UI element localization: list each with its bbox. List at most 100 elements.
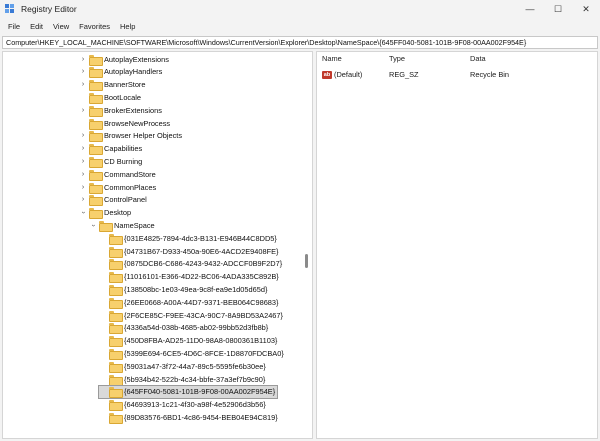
folder-open-icon xyxy=(89,208,103,220)
tree-item[interactable]: {04731B67-D933-450a-90E6-4ACD2E9408FE} xyxy=(99,245,279,258)
tree-item[interactable]: BootLocale xyxy=(79,91,141,104)
tree-item-label: {0875DCB6-C686-4243-9432-ADCCF0B9F2D7} xyxy=(124,259,283,269)
folder-icon xyxy=(89,195,103,207)
tree-item-label: Browser Helper Objects xyxy=(104,131,183,141)
folder-icon xyxy=(89,131,103,143)
folder-icon xyxy=(109,246,123,258)
tree-item[interactable]: BrowseNewProcess xyxy=(79,117,170,130)
address-bar[interactable]: Computer\HKEY_LOCAL_MACHINE\SOFTWARE\Mic… xyxy=(2,36,598,49)
tree-item-label: NameSpace xyxy=(114,220,155,230)
tree-item[interactable]: › Browser Helper Objects xyxy=(79,130,183,143)
value-data: Recycle Bin xyxy=(470,70,510,79)
folder-icon xyxy=(109,259,123,271)
window-title: Registry Editor xyxy=(21,4,77,14)
folder-icon xyxy=(109,374,123,386)
tree-item-label: CD Burning xyxy=(104,156,143,166)
tree-item[interactable]: › Desktop xyxy=(79,207,132,220)
close-button[interactable]: ✕ xyxy=(572,0,600,18)
tree-item-label: {645FF040-5081-101B-9F08-00AA002F954E} xyxy=(124,387,276,397)
registry-editor-icon xyxy=(5,4,15,14)
menu-favorites[interactable]: Favorites xyxy=(74,22,115,31)
expand-chevron-icon[interactable]: › xyxy=(79,107,87,114)
folder-icon xyxy=(89,54,103,66)
menu-file[interactable]: File xyxy=(3,22,25,31)
minimize-button[interactable]: — xyxy=(516,0,544,18)
tree-item[interactable]: › CommandStore xyxy=(79,168,156,181)
tree-item[interactable]: › CD Burning xyxy=(79,155,143,168)
expand-chevron-icon[interactable]: › xyxy=(79,145,87,152)
value-row[interactable]: ab (Default) REG_SZ Recycle Bin xyxy=(322,69,592,80)
collapse-chevron-icon[interactable]: › xyxy=(79,209,87,216)
tree-item[interactable]: {5b934b42-522b-4c34-bbfe-37a3ef7b9c90} xyxy=(99,373,266,386)
folder-icon xyxy=(109,387,123,399)
tree-item-label: {450D8FBA-AD25-11D0-98A8-0800361B1103} xyxy=(124,336,278,346)
tree-item-label: {26EE0668-A00A-44D7-9371-BEB064C98683} xyxy=(124,297,279,307)
tree-item[interactable]: › BrokerExtensions xyxy=(79,104,162,117)
expand-chevron-icon[interactable]: › xyxy=(79,132,87,139)
tree-item[interactable]: {031E4825-7894-4dc3-B131-E946B44C8DD5} xyxy=(99,232,277,245)
values-pane: Name Type Data ab (Default) REG_SZ Recyc… xyxy=(316,51,598,439)
tree-item-label: {5b934b42-522b-4c34-bbfe-37a3ef7b9c90} xyxy=(124,374,266,384)
tree-item-label: AutoplayHandlers xyxy=(104,67,163,77)
expand-chevron-icon[interactable]: › xyxy=(79,158,87,165)
column-header-type[interactable]: Type xyxy=(389,54,405,64)
tree-item-label: CommonPlaces xyxy=(104,182,157,192)
tree-item[interactable]: {2F6CE85C-F9EE-43CA-90C7-8A9BD53A2467} xyxy=(99,309,283,322)
menu-bar: File Edit View Favorites Help xyxy=(0,19,140,33)
folder-icon xyxy=(109,348,123,360)
tree-item[interactable]: › ControlPanel xyxy=(79,194,147,207)
tree-item[interactable]: {5399E694-6CE5-4D6C-8FCE-1D8870FDCBA0} xyxy=(99,347,284,360)
expand-chevron-icon[interactable]: › xyxy=(79,196,87,203)
folder-icon xyxy=(109,323,123,335)
folder-icon xyxy=(109,400,123,412)
tree-item-label: {59031a47-3f72-44a7-89c5-5595fe6b30ee} xyxy=(124,361,266,371)
folder-icon xyxy=(109,336,123,348)
tree-item[interactable]: › NameSpace xyxy=(89,219,155,232)
collapse-chevron-icon[interactable]: › xyxy=(89,222,97,229)
tree-item-label: {138508bc-1e03-49ea-9c8f-ea9e1d05d65d} xyxy=(124,284,268,294)
column-header-data[interactable]: Data xyxy=(470,54,486,64)
menu-view[interactable]: View xyxy=(48,22,74,31)
tree-item[interactable]: {64693913-1c21-4f30-a98f-4e52906d3b56} xyxy=(99,399,266,412)
expand-chevron-icon[interactable]: › xyxy=(79,68,87,75)
menu-edit[interactable]: Edit xyxy=(25,22,48,31)
registry-key-tree[interactable]: › AutoplayExtensions › AutoplayHandlers › Ban… xyxy=(2,51,313,439)
tree-item[interactable]: {26EE0668-A00A-44D7-9371-BEB064C98683} xyxy=(99,296,279,309)
column-header-name[interactable]: Name xyxy=(322,54,342,64)
folder-icon xyxy=(109,297,123,309)
tree-item[interactable]: › AutoplayExtensions xyxy=(79,53,169,66)
tree-item-label: AutoplayExtensions xyxy=(104,54,169,64)
tree-item-label: ControlPanel xyxy=(104,195,147,205)
tree-item[interactable]: {645FF040-5081-101B-9F08-00AA002F954E} xyxy=(97,384,279,399)
tree-item[interactable]: {0875DCB6-C686-4243-9432-ADCCF0B9F2D7} xyxy=(99,258,283,271)
tree-item[interactable]: {59031a47-3f72-44a7-89c5-5595fe6b30ee} xyxy=(99,360,266,373)
tree-item[interactable]: › BannerStore xyxy=(79,79,146,92)
expand-chevron-icon[interactable]: › xyxy=(79,184,87,191)
tree-item[interactable]: › AutoplayHandlers xyxy=(79,66,163,79)
value-type: REG_SZ xyxy=(389,70,419,79)
tree-item[interactable]: › CommonPlaces xyxy=(79,181,157,194)
tree-item-label: {64693913-1c21-4f30-a98f-4e52906d3b56} xyxy=(124,400,266,410)
menu-help[interactable]: Help xyxy=(115,22,140,31)
tree-item[interactable]: {11016101-E366-4D22-BC06-4ADA335C892B} xyxy=(99,271,279,284)
expand-chevron-icon[interactable]: › xyxy=(79,171,87,178)
folder-icon xyxy=(89,105,103,117)
tree-item[interactable]: {450D8FBA-AD25-11D0-98A8-0800361B1103} xyxy=(99,335,278,348)
folder-icon xyxy=(89,144,103,156)
expand-chevron-icon[interactable]: › xyxy=(79,81,87,88)
tree-item-label: {031E4825-7894-4dc3-B131-E946B44C8DD5} xyxy=(124,233,277,243)
title-bar: Registry Editor — ☐ ✕ xyxy=(0,0,600,18)
tree-item[interactable]: {89D83576-6BD1-4c86-9454-BEB04E94C819} xyxy=(99,411,278,424)
folder-icon xyxy=(109,310,123,322)
tree-item[interactable]: {4336a54d-038b-4685-ab02-99bb52d3fb8b} xyxy=(99,322,268,335)
maximize-button[interactable]: ☐ xyxy=(544,0,572,18)
folder-icon xyxy=(89,92,103,104)
expand-chevron-icon[interactable]: › xyxy=(79,56,87,63)
tree-item[interactable]: › Capabilities xyxy=(79,143,142,156)
tree-item[interactable]: {138508bc-1e03-49ea-9c8f-ea9e1d05d65d} xyxy=(99,283,268,296)
tree-item-label: {2F6CE85C-F9EE-43CA-90C7-8A9BD53A2467} xyxy=(124,310,283,320)
tree-item-label: Desktop xyxy=(104,208,132,218)
tree-item-label: BrokerExtensions xyxy=(104,105,162,115)
folder-icon xyxy=(109,361,123,373)
tree-scrollbar-thumb[interactable] xyxy=(305,254,308,268)
